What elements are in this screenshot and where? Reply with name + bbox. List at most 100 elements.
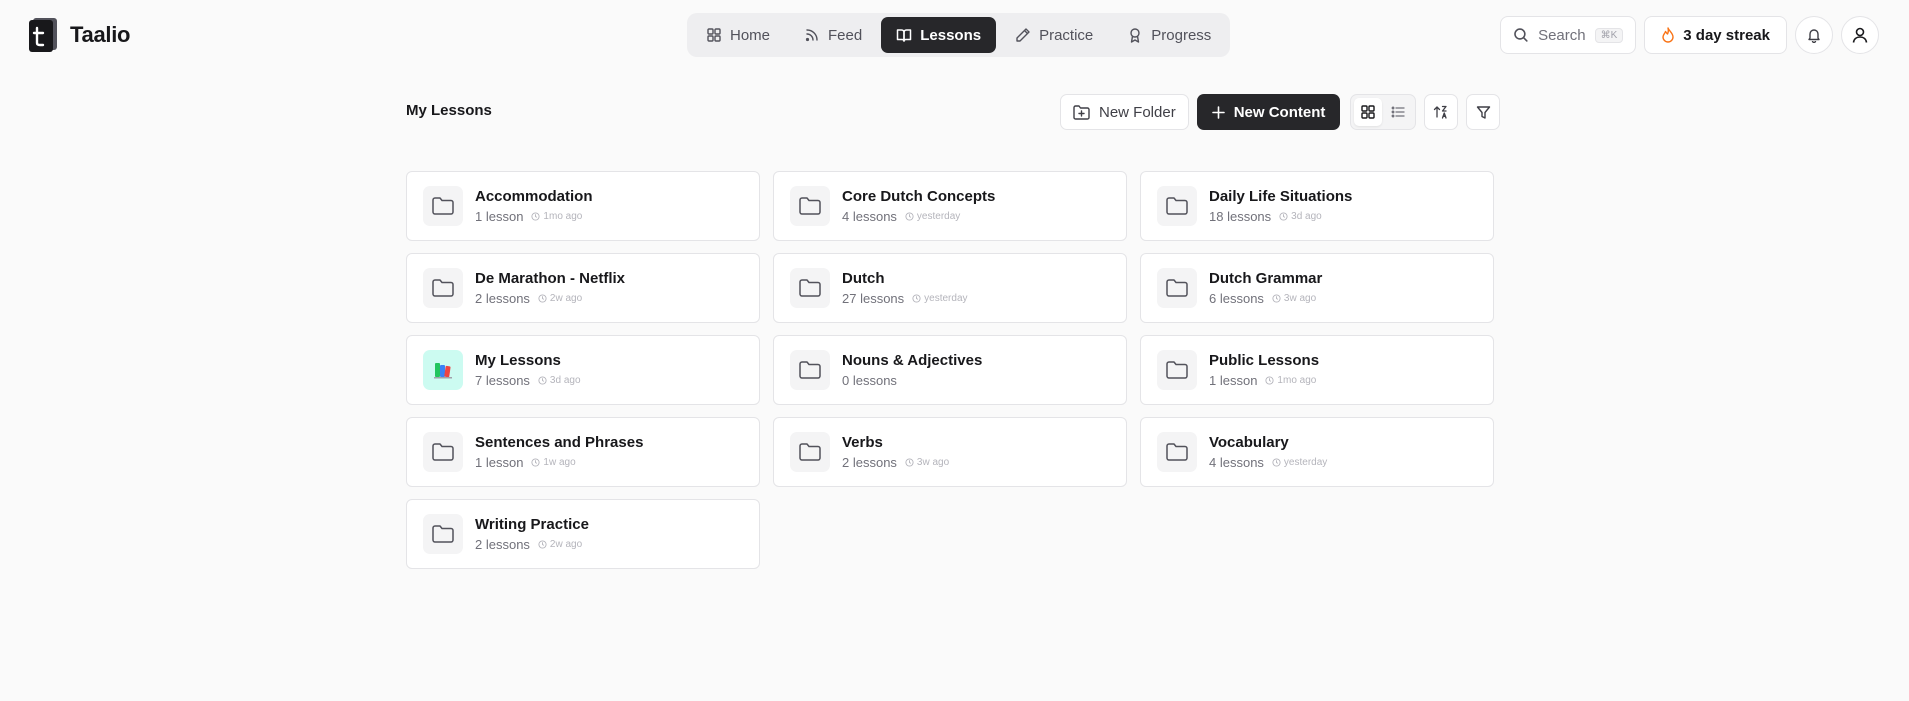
folder-card[interactable]: My Lessons 7 lessons 3d ago	[406, 335, 760, 405]
updated-time-label: 1mo ago	[543, 211, 583, 222]
folder-grid: Accommodation 1 lesson 1mo ago Core Dutc…	[406, 171, 1494, 569]
clock-icon	[912, 294, 921, 303]
folder-icon-box	[790, 350, 830, 390]
updated-time: yesterday	[912, 293, 968, 304]
lesson-count: 1 lesson	[475, 209, 524, 224]
new-folder-button[interactable]: New Folder	[1060, 94, 1189, 130]
updated-time: 3w ago	[1272, 293, 1316, 304]
folder-info: Core Dutch Concepts 4 lessons yesterday	[842, 188, 995, 224]
folder-card[interactable]: Vocabulary 4 lessons yesterday	[1140, 417, 1494, 487]
notifications-button[interactable]	[1795, 16, 1833, 54]
streak-button[interactable]: 3 day streak	[1644, 16, 1787, 54]
user-icon	[1852, 27, 1868, 43]
clock-icon	[1272, 458, 1281, 467]
page-title: My Lessons	[406, 102, 492, 119]
sort-button[interactable]	[1424, 94, 1459, 130]
updated-time-label: yesterday	[1283, 457, 1328, 468]
updated-time-label: 3d ago	[1291, 211, 1322, 222]
updated-time-label: yesterday	[924, 293, 968, 304]
folder-icon-box	[1157, 432, 1197, 472]
folder-info: Sentences and Phrases 1 lesson 1w ago	[475, 434, 643, 470]
folder-info: My Lessons 7 lessons 3d ago	[475, 352, 581, 388]
profile-button[interactable]	[1841, 16, 1879, 54]
folder-info: Writing Practice 2 lessons 2w ago	[475, 516, 589, 552]
folder-card[interactable]: Nouns & Adjectives 0 lessons	[773, 335, 1127, 405]
folder-card[interactable]: Writing Practice 2 lessons 2w ago	[406, 499, 760, 569]
folder-icon	[799, 361, 821, 379]
lesson-count: 1 lesson	[475, 455, 524, 470]
lesson-count: 4 lessons	[1209, 455, 1264, 470]
lesson-count: 1 lesson	[1209, 373, 1258, 388]
folder-icon	[1166, 361, 1188, 379]
clock-icon	[538, 376, 547, 385]
folder-name: Vocabulary	[1209, 434, 1289, 451]
streak-label: 3 day streak	[1683, 26, 1770, 44]
updated-time: 2w ago	[538, 539, 582, 550]
updated-time: 1mo ago	[531, 211, 582, 222]
folder-card[interactable]: Dutch Grammar 6 lessons 3w ago	[1140, 253, 1494, 323]
folder-meta: 2 lessons 2w ago	[475, 537, 589, 552]
lesson-count: 0 lessons	[842, 373, 897, 388]
new-folder-label: New Folder	[1099, 103, 1176, 121]
folder-icon-box	[423, 186, 463, 226]
folder-icon	[432, 279, 454, 297]
folder-name: Dutch	[842, 270, 885, 287]
updated-time: 3d ago	[538, 375, 581, 386]
folder-info: De Marathon - Netflix 2 lessons 2w ago	[475, 270, 625, 306]
new-content-button[interactable]: New Content	[1196, 94, 1341, 130]
clock-icon	[538, 540, 547, 549]
updated-time-label: 1mo ago	[1277, 375, 1317, 386]
updated-time-label: 3w ago	[1283, 293, 1317, 304]
folder-icon	[1166, 279, 1188, 297]
folder-card[interactable]: Dutch 27 lessons yesterday	[773, 253, 1127, 323]
list-view-button[interactable]	[1384, 98, 1412, 126]
tab-home[interactable]: Home	[691, 17, 785, 53]
updated-time: 1mo ago	[1265, 375, 1316, 386]
folder-meta: 1 lesson 1mo ago	[1209, 373, 1319, 388]
folder-icon-box	[1157, 268, 1197, 308]
folder-card[interactable]: Core Dutch Concepts 4 lessons yesterday	[773, 171, 1127, 241]
updated-time: 3w ago	[905, 457, 949, 468]
folder-card[interactable]: Daily Life Situations 18 lessons 3d ago	[1140, 171, 1494, 241]
folder-card[interactable]: Sentences and Phrases 1 lesson 1w ago	[406, 417, 760, 487]
tab-home-label: Home	[730, 26, 771, 44]
folder-name: Sentences and Phrases	[475, 434, 644, 451]
search-button[interactable]: Search ⌘K	[1500, 16, 1637, 54]
app-logo[interactable]: Taalio	[28, 18, 130, 52]
pencil-icon	[1016, 28, 1030, 42]
folder-meta: 18 lessons 3d ago	[1209, 209, 1352, 224]
folder-name: Writing Practice	[475, 516, 589, 533]
folder-card[interactable]: Verbs 2 lessons 3w ago	[773, 417, 1127, 487]
updated-time: yesterday	[1272, 457, 1327, 468]
tab-practice-label: Practice	[1039, 26, 1094, 44]
folder-info: Vocabulary 4 lessons yesterday	[1209, 434, 1327, 470]
tab-feed[interactable]: Feed	[789, 17, 877, 53]
tab-progress[interactable]: Progress	[1112, 17, 1226, 53]
award-icon	[1130, 28, 1140, 43]
folder-icon-box	[423, 350, 463, 390]
rss-icon	[805, 29, 818, 42]
folder-card[interactable]: De Marathon - Netflix 2 lessons 2w ago	[406, 253, 760, 323]
filter-button[interactable]	[1466, 94, 1501, 130]
updated-time: 3d ago	[1279, 211, 1322, 222]
folder-info: Nouns & Adjectives 0 lessons	[842, 352, 982, 388]
folder-meta: 1 lesson 1w ago	[475, 455, 643, 470]
view-toggle	[1350, 94, 1417, 130]
folder-icon-box	[423, 514, 463, 554]
grid-view-button[interactable]	[1354, 98, 1383, 126]
clock-icon	[1272, 294, 1281, 303]
main-nav: Home Feed Lessons Practice Progress	[687, 13, 1231, 57]
tab-feed-label: Feed	[828, 26, 863, 44]
lesson-count: 7 lessons	[475, 373, 530, 388]
updated-time-label: 2w ago	[549, 539, 583, 550]
folder-info: Accommodation 1 lesson 1mo ago	[475, 188, 593, 224]
tab-practice[interactable]: Practice	[1000, 17, 1108, 53]
folder-card[interactable]: Accommodation 1 lesson 1mo ago	[406, 171, 760, 241]
updated-time-label: 2w ago	[549, 293, 583, 304]
folder-card[interactable]: Public Lessons 1 lesson 1mo ago	[1140, 335, 1494, 405]
clock-icon	[531, 212, 540, 221]
clock-icon	[1279, 212, 1288, 221]
tab-lessons[interactable]: Lessons	[881, 17, 997, 53]
folder-icon-box	[423, 432, 463, 472]
folder-info: Dutch Grammar 6 lessons 3w ago	[1209, 270, 1322, 306]
